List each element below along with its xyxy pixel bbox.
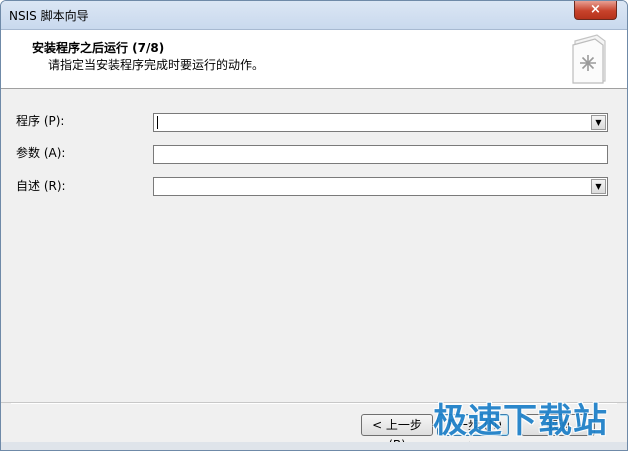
program-label: 程序 (P):	[16, 114, 65, 128]
window-bottom-edge	[1, 442, 627, 450]
wizard-body: 程序 (P): ▼ 参数 (A): 自述 (R): ▼	[1, 89, 627, 402]
wizard-window: NSIS 脚本向导 × 安装程序之后运行 (7/8) 请指定当安装程序完成时要运…	[0, 0, 628, 451]
title-bar[interactable]: NSIS 脚本向导 ×	[1, 1, 627, 30]
text-caret	[157, 116, 158, 129]
program-dropdown-button[interactable]: ▼	[591, 115, 606, 130]
close-icon: ×	[590, 2, 601, 17]
readme-dropdown-button[interactable]: ▼	[591, 179, 606, 194]
params-label: 参数 (A):	[16, 146, 66, 160]
readme-combobox[interactable]: ▼	[153, 177, 608, 196]
window-title: NSIS 脚本向导	[9, 9, 89, 23]
chevron-down-icon: ▼	[595, 182, 602, 191]
back-button[interactable]: < 上一步 (B)	[361, 414, 433, 450]
params-input[interactable]	[153, 145, 608, 164]
program-combobox[interactable]: ▼	[153, 113, 608, 132]
page-subtitle: 请指定当安装程序完成时要运行的动作。	[48, 58, 265, 72]
readme-label: 自述 (R):	[16, 179, 66, 193]
page-title: 安装程序之后运行 (7/8)	[32, 41, 165, 55]
document-star-icon	[572, 34, 606, 84]
watermark-logo: 极速下载站	[433, 401, 608, 441]
close-button[interactable]: ×	[574, 1, 617, 20]
wizard-header: 安装程序之后运行 (7/8) 请指定当安装程序完成时要运行的动作。	[1, 30, 627, 89]
chevron-down-icon: ▼	[595, 118, 602, 127]
